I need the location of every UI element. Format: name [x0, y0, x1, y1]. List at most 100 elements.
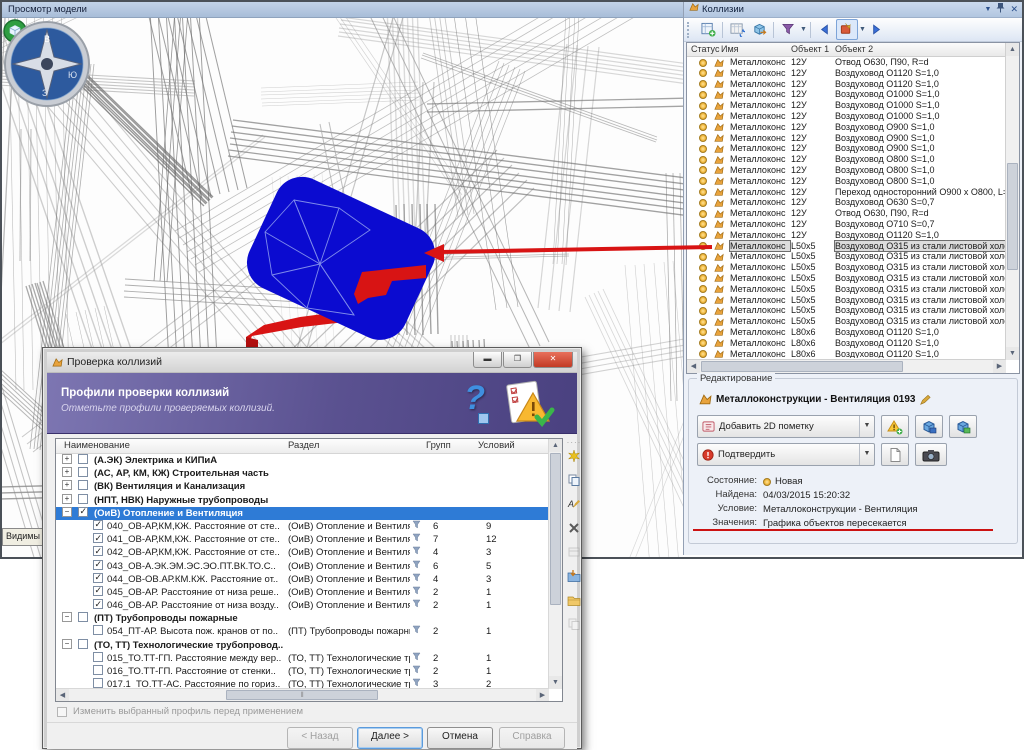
- collision-row[interactable]: МеталлоконсL50x5Воздуховод О315 из стали…: [687, 262, 1006, 273]
- close-icon[interactable]: ✕: [1010, 2, 1018, 17]
- view-compass[interactable]: В Ю З: [2, 18, 92, 110]
- edit-pencil-icon[interactable]: [919, 394, 931, 406]
- profile-item-row[interactable]: 046_ОВ-АР. Расстояние от низа возду..(Ои…: [56, 599, 549, 612]
- confirm-button[interactable]: Подтвердить ▼: [697, 443, 875, 466]
- collision-row[interactable]: Металлоконс12УВоздуховод О710 S=0,7: [687, 219, 1006, 230]
- add-2d-note-button[interactable]: Добавить 2D пометку ▼: [697, 415, 875, 438]
- collision-row[interactable]: Металлоконс12УВоздуховод О1120 S=1,0: [687, 230, 1006, 241]
- current-collision-button[interactable]: [836, 19, 858, 40]
- rename-profile-button[interactable]: A: [565, 494, 583, 514]
- checkbox-icon[interactable]: [93, 573, 103, 583]
- collision-row[interactable]: Металлоконс12УВоздуховод О900 S=1,0: [687, 143, 1006, 154]
- export-3d-button[interactable]: [748, 19, 770, 40]
- checkbox-icon[interactable]: [93, 533, 103, 543]
- minimize-button[interactable]: ▬: [473, 352, 502, 368]
- scroll-up-icon[interactable]: ▲: [1006, 43, 1019, 56]
- collision-row[interactable]: МеталлоконсL80x6Воздуховод О1120 S=1,0: [687, 338, 1006, 349]
- col-razdel[interactable]: Раздел: [288, 439, 319, 453]
- collisions-hscrollbar[interactable]: ◀ ▶: [687, 359, 1006, 373]
- checkbox-icon[interactable]: [93, 678, 103, 688]
- scroll-down-icon[interactable]: ▼: [1006, 347, 1019, 360]
- current-collision-dropdown-arrow[interactable]: ▼: [859, 26, 866, 33]
- checkbox-icon[interactable]: [78, 467, 88, 477]
- collision-row[interactable]: МеталлоконсL50x5Воздуховод О315 из стали…: [687, 305, 1006, 316]
- import-profile-button[interactable]: [565, 566, 583, 586]
- col-name[interactable]: Имя: [721, 43, 739, 56]
- col-status[interactable]: Статус: [691, 43, 719, 56]
- help-button[interactable]: Справка: [499, 727, 565, 749]
- scroll-right-icon[interactable]: ▶: [993, 360, 1006, 373]
- checkbox-icon[interactable]: [93, 520, 103, 530]
- prev-collision-button[interactable]: [814, 19, 836, 40]
- collision-row[interactable]: Металлоконс12УВоздуховод О1120 S=1,0: [687, 68, 1006, 79]
- checkbox-icon[interactable]: [78, 639, 88, 649]
- checkbox-icon[interactable]: [93, 652, 103, 662]
- scroll-up-icon[interactable]: ▲: [549, 439, 562, 452]
- filter-button[interactable]: [777, 19, 799, 40]
- checkbox-icon[interactable]: [78, 507, 88, 517]
- dialog-titlebar[interactable]: Проверка коллизий ▬ ❐ ✕: [47, 352, 577, 373]
- collision-row[interactable]: Металлоконс12УВоздуховод О900 S=1,0: [687, 122, 1006, 133]
- collision-row[interactable]: МеталлоконсL50x5Воздуховод О315 из стали…: [687, 273, 1006, 284]
- next-button[interactable]: Далее >: [357, 727, 423, 749]
- cancel-button[interactable]: Отмена: [427, 727, 493, 749]
- profile-item-row[interactable]: 041_ОВ-АР,КМ,КЖ. Расстояние от сте..(ОиВ…: [56, 533, 549, 546]
- checkbox-icon[interactable]: [93, 586, 103, 596]
- collision-row[interactable]: Металлоконс12УПереход односторонний О900…: [687, 187, 1006, 198]
- profile-item-row[interactable]: 043_ОВ-А.ЭК.ЭМ.ЭС.ЭО.ПТ.ВК.ТО.С..(ОиВ) О…: [56, 560, 549, 573]
- profile-item-row[interactable]: 044_ОВ-ОВ.АР.КМ.КЖ. Расстояние от..(ОиВ)…: [56, 573, 549, 586]
- collision-row[interactable]: МеталлоконсL50x5Воздуховод О315 из стали…: [687, 316, 1006, 327]
- new-document-button[interactable]: [881, 443, 909, 466]
- add-report-button[interactable]: [697, 19, 719, 40]
- collision-row[interactable]: Металлоконс12УВоздуховод О630 S=0,7: [687, 197, 1006, 208]
- collision-row[interactable]: Металлоконс12УВоздуховод О800 S=1,0: [687, 154, 1006, 165]
- collision-row[interactable]: МеталлоконсL80x6Воздуховод О1120 S=1,0: [687, 349, 1006, 358]
- collision-row[interactable]: Металлоконс12УОтвод О630, П90, R=d: [687, 208, 1006, 219]
- scroll-down-icon[interactable]: ▼: [549, 676, 562, 689]
- profile-item-row[interactable]: 042_ОВ-АР,КМ,КЖ. Расстояние от сте..(ОиВ…: [56, 546, 549, 559]
- refresh-table-button[interactable]: [726, 19, 748, 40]
- col-grupp[interactable]: Групп: [426, 439, 451, 453]
- checkbox-icon[interactable]: [78, 612, 88, 622]
- scroll-right-icon[interactable]: ▶: [536, 689, 549, 702]
- scroll-left-icon[interactable]: ◀: [687, 360, 700, 373]
- scroll-left-icon[interactable]: ◀: [56, 689, 69, 702]
- next-collision-button[interactable]: [866, 19, 888, 40]
- profile-group-row[interactable]: +(ВК) Вентиляция и Канализация: [56, 480, 549, 493]
- add-note-dropdown-arrow[interactable]: ▼: [859, 416, 874, 437]
- duplicate-disabled-button[interactable]: [565, 614, 583, 634]
- collapse-icon[interactable]: −: [62, 612, 72, 622]
- profile-item-row[interactable]: 040_ОВ-АР,КМ,КЖ. Расстояние от сте..(ОиВ…: [56, 520, 549, 533]
- pin-icon[interactable]: [996, 2, 1005, 18]
- edit-profile-checkbox[interactable]: Изменить выбранный профиль перед примене…: [57, 706, 303, 717]
- collision-row[interactable]: Металлоконс12УВоздуховод О1000 S=1,0: [687, 111, 1006, 122]
- collision-row[interactable]: Металлоконс12УВоздуховод О1000 S=1,0: [687, 100, 1006, 111]
- collisions-vscrollbar[interactable]: ▲ ▼: [1005, 43, 1019, 360]
- delete-profile-button[interactable]: [565, 518, 583, 538]
- profile-group-row[interactable]: −(ТО, ТТ) Технологические трубопровод..: [56, 639, 549, 652]
- collision-row[interactable]: Металлоконс12УВоздуховод О800 S=1,0: [687, 176, 1006, 187]
- checkbox-icon[interactable]: [93, 665, 103, 675]
- profile-group-row[interactable]: +(А.ЭК) Электрика и КИПиА: [56, 454, 549, 467]
- save-view-alt-button[interactable]: [949, 415, 977, 438]
- profile-group-row[interactable]: −(ПТ) Трубопроводы пожарные: [56, 612, 549, 625]
- collision-row[interactable]: Металлоконс12УВоздуховод О1000 S=1,0: [687, 89, 1006, 100]
- profile-item-row[interactable]: 054_ПТ-АР. Высота пож. кранов от по..(ПТ…: [56, 625, 549, 638]
- profile-group-row[interactable]: −(ОиВ) Отопление и Вентиляция: [56, 507, 549, 520]
- col-object1[interactable]: Объект 1: [791, 43, 829, 56]
- col-object2[interactable]: Объект 2: [835, 43, 873, 56]
- back-button[interactable]: < Назад: [287, 727, 353, 749]
- col-naimenovanie[interactable]: Наименование: [64, 439, 130, 453]
- properties-button[interactable]: [565, 542, 583, 562]
- hscroll-thumb[interactable]: [701, 361, 903, 372]
- maximize-button[interactable]: ❐: [503, 352, 532, 368]
- checkbox-icon[interactable]: [78, 454, 88, 464]
- expand-icon[interactable]: +: [62, 467, 72, 477]
- checkbox-icon[interactable]: [78, 480, 88, 490]
- collisions-table-header[interactable]: Статус Имя Объект 1 Объект 2: [687, 43, 1019, 57]
- snapshot-camera-button[interactable]: [915, 443, 947, 466]
- collision-row[interactable]: Металлоконс12УВоздуховод О1120 S=1,0: [687, 79, 1006, 90]
- profile-group-row[interactable]: +(НПТ, НВК) Наружные трубопроводы: [56, 494, 549, 507]
- expand-icon[interactable]: +: [62, 494, 72, 504]
- confirm-dropdown-arrow[interactable]: ▼: [859, 444, 874, 465]
